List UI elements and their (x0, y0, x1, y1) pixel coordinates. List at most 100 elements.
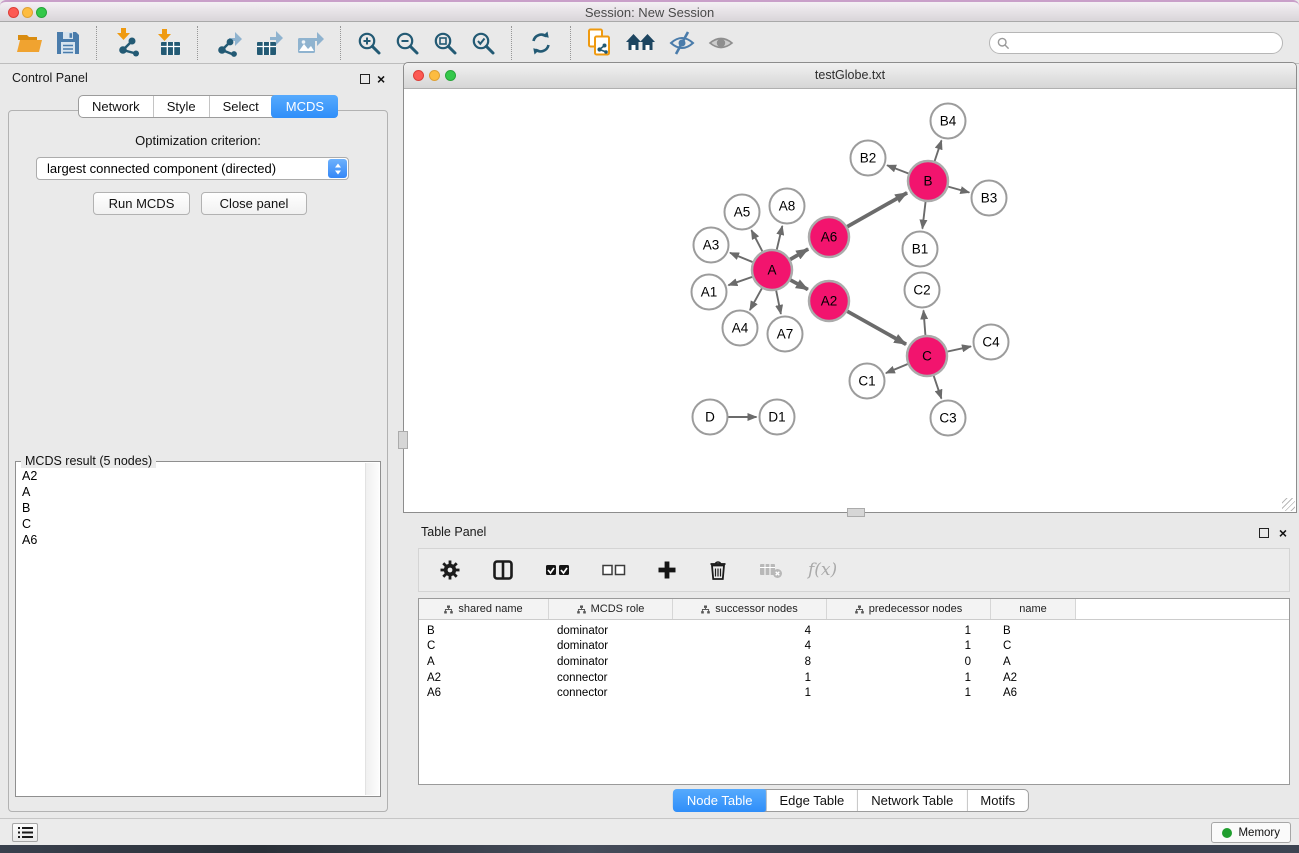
graph-node-B[interactable]: B (908, 161, 948, 201)
control-panel-float-icon[interactable] (360, 74, 370, 84)
open-session-icon[interactable] (16, 29, 43, 56)
hide-graphics-details-icon[interactable] (668, 30, 696, 56)
deselect-all-columns-icon[interactable] (602, 562, 626, 578)
column-header-successor-nodes[interactable]: successor nodes (673, 599, 827, 619)
mcds-result-item[interactable]: A (22, 484, 364, 500)
zoom-fit-icon[interactable] (432, 30, 458, 56)
mcds-result-item[interactable]: B (22, 500, 364, 516)
graph-node-C4[interactable]: C4 (974, 325, 1009, 360)
mcds-scrollbar[interactable] (365, 463, 379, 795)
table-panel-title: Table Panel (421, 525, 486, 539)
graph-node-A3[interactable]: A3 (694, 228, 729, 263)
gear-glyph (439, 559, 461, 581)
graph-node-A1[interactable]: A1 (692, 275, 727, 310)
zoom-in-icon[interactable] (356, 30, 382, 56)
graph-node-A[interactable]: A (752, 250, 792, 290)
svg-text:C4: C4 (982, 335, 1000, 350)
tab-mcds[interactable]: MCDS (271, 95, 338, 118)
column-header-name[interactable]: name (991, 599, 1076, 619)
table-settings-icon[interactable] (439, 559, 461, 581)
network-canvas[interactable]: B4 B2 B B3 A5 A8A6 A3 B1 A A1 C2 A2 A4 A7 C C1 C4 C3 D D1 (404, 88, 1296, 512)
graph-node-A4[interactable]: A4 (723, 311, 758, 346)
column-header-predecessor-nodes[interactable]: predecessor nodes (827, 599, 991, 619)
column-header-mcds-role[interactable]: MCDS role (549, 599, 673, 619)
graph-node-C[interactable]: C (907, 336, 947, 376)
graph-node-A6[interactable]: A6 (809, 217, 849, 257)
task-history-button[interactable] (12, 823, 38, 842)
table-row[interactable]: A2connector11A2 (419, 670, 1289, 686)
save-session-icon[interactable] (55, 30, 81, 56)
network-horizontal-scrollbar-thumb[interactable] (847, 508, 865, 517)
delete-columns-icon[interactable] (708, 559, 728, 581)
export-image-icon[interactable] (296, 29, 325, 57)
create-column-icon[interactable] (657, 560, 677, 580)
import-table-icon[interactable] (154, 29, 182, 57)
network-close-traffic-light[interactable] (413, 70, 424, 81)
select-stepper-icon[interactable] (328, 159, 347, 178)
network-resize-grip[interactable] (1282, 498, 1295, 511)
toolbar-separator (340, 26, 341, 60)
refresh-icon[interactable] (527, 29, 555, 57)
tab-network-table[interactable]: Network Table (857, 790, 966, 811)
graph-node-B3[interactable]: B3 (972, 181, 1007, 216)
graph-node-A7[interactable]: A7 (768, 317, 803, 352)
home-neighbors-icon[interactable] (625, 30, 656, 55)
network-vertical-scrollbar-thumb[interactable] (398, 431, 408, 449)
zoom-out-icon[interactable] (394, 30, 420, 56)
tab-network[interactable]: Network (79, 96, 153, 117)
table-panel-float-icon[interactable] (1259, 528, 1269, 538)
table-row[interactable]: Cdominator41C (419, 639, 1289, 655)
export-image-glyph (296, 29, 325, 57)
magnifier-fit-glyph (432, 30, 458, 56)
attribute-tree-icon (701, 605, 710, 614)
mcds-result-item[interactable]: A6 (22, 532, 364, 548)
zoom-selected-icon[interactable] (470, 30, 496, 56)
network-graph[interactable]: B4 B2 B B3 A5 A8A6 A3 B1 A A1 C2 A2 A4 A7 C C1 C4 C3 D D1 (404, 88, 1296, 512)
control-panel-close-icon[interactable]: × (377, 73, 385, 85)
function-builder-icon[interactable]: f(x) (808, 560, 837, 580)
network-zoom-traffic-light[interactable] (445, 70, 456, 81)
graph-node-C1[interactable]: C1 (850, 364, 885, 399)
export-table-icon[interactable] (255, 29, 284, 57)
graph-node-D1[interactable]: D1 (760, 400, 795, 435)
graph-node-A2[interactable]: A2 (809, 281, 849, 321)
column-header-shared-name[interactable]: shared name (419, 599, 549, 619)
tab-select[interactable]: Select (209, 96, 272, 117)
svg-text:A1: A1 (701, 285, 718, 300)
run-mcds-button[interactable]: Run MCDS (93, 192, 190, 215)
select-all-columns-icon[interactable] (545, 561, 571, 579)
graph-node-D[interactable]: D (693, 400, 728, 435)
table-row[interactable]: A6connector11A6 (419, 685, 1289, 701)
search-input[interactable] (1014, 34, 1278, 54)
table-panel-close-icon[interactable]: × (1279, 527, 1287, 539)
close-panel-button[interactable]: Close panel (201, 192, 307, 215)
graph-node-B4[interactable]: B4 (931, 104, 966, 139)
mcds-result-item[interactable]: C (22, 516, 364, 532)
show-columns-icon[interactable] (492, 559, 514, 581)
table-row[interactable]: Adominator80A (419, 654, 1289, 670)
export-network-icon[interactable] (213, 28, 243, 57)
copy-network-icon[interactable] (586, 28, 613, 57)
memory-button[interactable]: Memory (1211, 822, 1291, 843)
search-box[interactable] (989, 32, 1283, 54)
network-window-titlebar[interactable]: testGlobe.txt (404, 63, 1296, 89)
show-graphics-details-icon[interactable] (708, 32, 734, 54)
mcds-result-item[interactable]: A2 (22, 468, 364, 484)
svg-text:C3: C3 (939, 411, 956, 426)
tab-style[interactable]: Style (153, 96, 209, 117)
graph-node-C2[interactable]: C2 (905, 273, 940, 308)
tab-node-table[interactable]: Node Table (673, 789, 767, 812)
graph-node-B2[interactable]: B2 (851, 141, 886, 176)
graph-node-C3[interactable]: C3 (931, 401, 966, 436)
graph-node-B1[interactable]: B1 (903, 232, 938, 267)
import-network-icon[interactable] (112, 28, 142, 57)
delete-table-icon[interactable] (759, 561, 783, 579)
tab-edge-table[interactable]: Edge Table (765, 790, 857, 811)
graph-node-A8[interactable]: A8 (770, 189, 805, 224)
graph-node-A5[interactable]: A5 (725, 195, 760, 230)
criterion-select[interactable]: largest connected component (directed) (36, 157, 349, 180)
table-row[interactable]: Bdominator41B (419, 623, 1289, 639)
tab-motifs[interactable]: Motifs (966, 790, 1028, 811)
attribute-tree-icon (444, 605, 453, 614)
network-minimize-traffic-light[interactable] (429, 70, 440, 81)
